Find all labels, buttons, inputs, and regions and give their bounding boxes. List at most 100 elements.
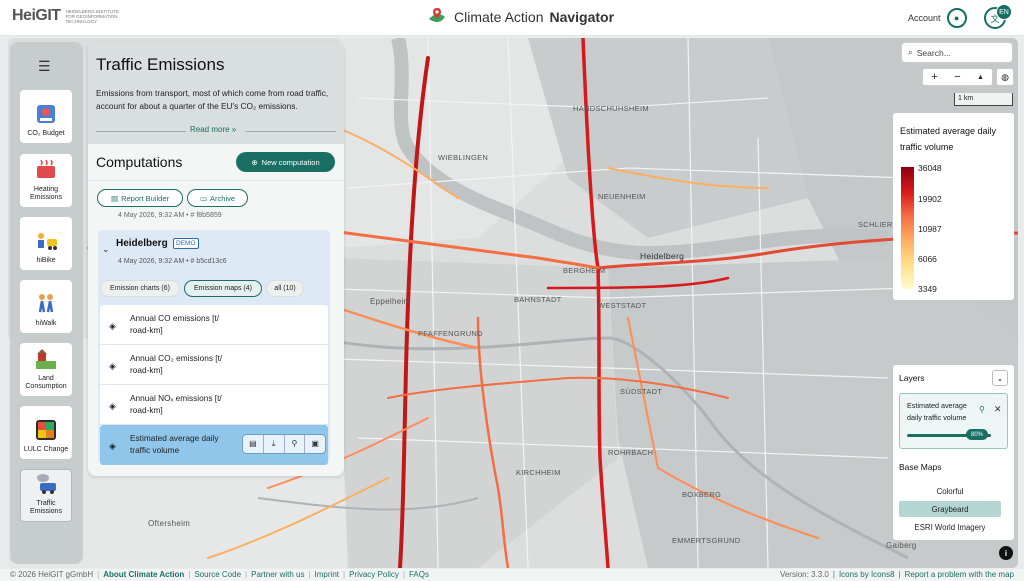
legend-tick: 36048 [918, 163, 942, 173]
nav-item-co2-budget[interactable]: CO₂ Budget [20, 90, 72, 143]
footer-link-source[interactable]: Source Code [194, 570, 241, 579]
report-problem-link[interactable]: Report a problem with the map [905, 570, 1014, 579]
app-title[interactable]: Climate Action Navigator [426, 6, 614, 28]
footer-link-privacy[interactable]: Privacy Policy [349, 570, 399, 579]
computation-card: ⌄ Heidelberg DEMO 4 May 2026, 9:32 AM • … [98, 230, 330, 465]
chevron-down-icon[interactable]: ⌄ [992, 370, 1008, 386]
map-name: Annual CO emissions [t/ road-km] [130, 313, 219, 335]
nav-item-traffic-emissions[interactable]: Traffic Emissions [20, 469, 72, 522]
app-name-light: Climate Action [454, 9, 544, 25]
map-name: Annual NOₓ emissions [t/ road-km] [130, 393, 222, 415]
map-name: Annual CO₂ emissions [t/ road-km] [130, 353, 223, 375]
separator: | [188, 570, 191, 579]
archive-label: Archive [210, 193, 236, 203]
zoom-in-button[interactable]: + [923, 69, 946, 85]
panel-header: Traffic Emissions Emissions from transpo… [88, 42, 344, 144]
list-item[interactable]: ◈ Annual CO emissions [t/ road-km] [100, 305, 328, 345]
footer-link-imprint[interactable]: Imprint [315, 570, 339, 579]
new-computation-label: New computation [261, 157, 320, 167]
place-label: SÜDSTADT [620, 387, 663, 396]
archive-button[interactable]: ▭ Archive [187, 189, 248, 207]
separator: | [97, 570, 100, 579]
chevron-down-icon[interactable]: ⌄ [102, 244, 110, 255]
place-label: Heidelberg [640, 251, 685, 261]
details-icon[interactable]: ▤ [243, 435, 264, 453]
computation-meta: 4 May 2026, 9:32 AM • # b5cd13c6 [118, 258, 227, 265]
account-button[interactable]: Account ● [908, 8, 967, 28]
active-layer-name: Estimated average daily traffic volume [907, 401, 967, 422]
nav-item-label: hiWalk [35, 320, 57, 327]
compass-button[interactable]: ▲ [969, 69, 992, 85]
nav-item-lulc-change[interactable]: LULC Change [20, 406, 72, 459]
list-item-selected[interactable]: ◈ Estimated average daily traffic volume… [100, 425, 328, 465]
layers-icon: ◈ [109, 361, 116, 371]
legend-tick: 6066 [918, 254, 937, 264]
footer-link-about[interactable]: About Climate Action [103, 570, 184, 579]
icons-credit-link[interactable]: Icons by Icons8 [839, 570, 895, 579]
traffic-icon [33, 472, 59, 496]
footer-link-partner[interactable]: Partner with us [251, 570, 304, 579]
app-logo-icon [429, 8, 445, 23]
basemap-option[interactable]: ESRI World Imagery [899, 519, 1001, 535]
app-name-bold: Navigator [549, 9, 615, 25]
walk-icon [33, 292, 59, 316]
divider [96, 131, 186, 132]
clipboard-icon: ▤ [110, 193, 119, 203]
search-placeholder: Search... [916, 47, 951, 58]
active-layer-card: Estimated average daily traffic volume ⚲… [899, 393, 1008, 449]
heigit-logo[interactable]: HeiGIT Heidelberg Institute for Geoinfor… [12, 7, 121, 25]
pin-icon[interactable]: ⚲ [285, 435, 306, 453]
divider [88, 180, 344, 181]
map-name: Estimated average daily traffic volume [130, 433, 219, 455]
hamburger-menu-icon[interactable]: ☰ [38, 58, 51, 75]
heating-icon [33, 158, 59, 182]
panel-title: Traffic Emissions [96, 55, 225, 74]
logo-text: HeiGIT [12, 7, 61, 24]
basemap-option[interactable]: Colorful [899, 483, 1001, 499]
info-icon[interactable]: i [999, 546, 1013, 560]
close-icon[interactable]: ✕ [994, 404, 1002, 415]
land-icon [33, 347, 59, 371]
nav-item-heating-emissions[interactable]: Heating Emissions [20, 154, 72, 207]
basemap-option-selected[interactable]: Graybeard [899, 501, 1001, 517]
read-more-link[interactable]: Read more » [190, 125, 236, 134]
opacity-value[interactable]: 80% [966, 429, 988, 440]
clipboard-add-icon[interactable]: ▣ [305, 435, 325, 453]
nav-item-land-consumption[interactable]: Land Consumption [20, 343, 72, 396]
tab-emission-charts[interactable]: Emission charts (6) [100, 280, 180, 297]
copyright: © 2026 HeiGIT gGmbH [10, 570, 94, 579]
place-label: NEUENHEIM [598, 192, 646, 201]
zoom-out-button[interactable]: − [946, 69, 969, 85]
user-icon: ● [946, 8, 967, 28]
legend-tick: 3349 [918, 284, 937, 294]
pin-icon[interactable]: ⚲ [979, 405, 985, 414]
download-icon[interactable]: ⤓ [264, 435, 285, 453]
nav-item-hibike[interactable]: hiBike [20, 217, 72, 270]
footer-link-faqs[interactable]: FAQs [409, 570, 429, 579]
nav-item-label: LULC Change [23, 446, 69, 453]
place-label: BERGHEIM [563, 266, 606, 275]
globe-icon[interactable]: ◍ [996, 68, 1014, 86]
legend-gradient [901, 167, 914, 289]
place-label: EMMERTSGRUND [672, 536, 741, 545]
computations-title: Computations [96, 154, 183, 170]
nav-item-hiwalk[interactable]: hiWalk [20, 280, 72, 333]
place-label: WESTSTADT [598, 301, 647, 310]
separator: | [898, 570, 901, 579]
list-item[interactable]: ◈ Annual CO₂ emissions [t/ road-km] [100, 345, 328, 385]
report-builder-button[interactable]: ▤ Report Builder [97, 189, 183, 207]
list-item[interactable]: ◈ Annual NOₓ emissions [t/ road-km] [100, 385, 328, 425]
nav-item-label: hiBike [36, 257, 56, 264]
panel-description: Emissions from transport, most of which … [96, 88, 329, 111]
archive-icon: ▭ [199, 193, 208, 203]
nav-item-label: CO₂ Budget [27, 130, 65, 137]
search-input[interactable]: ⌕ Search... [901, 42, 1013, 63]
tab-emission-maps[interactable]: Emission maps (4) [184, 280, 262, 297]
basemaps-title: Base Maps [899, 462, 942, 472]
new-computation-button[interactable]: ⊕ New computation [236, 152, 335, 172]
top-bar: HeiGIT Heidelberg Institute for Geoinfor… [0, 0, 1024, 36]
language-badge[interactable]: EN [996, 4, 1012, 20]
tab-all[interactable]: all (10) [266, 280, 304, 297]
separator: | [832, 570, 835, 579]
place-label: Eppelheim [370, 297, 411, 306]
